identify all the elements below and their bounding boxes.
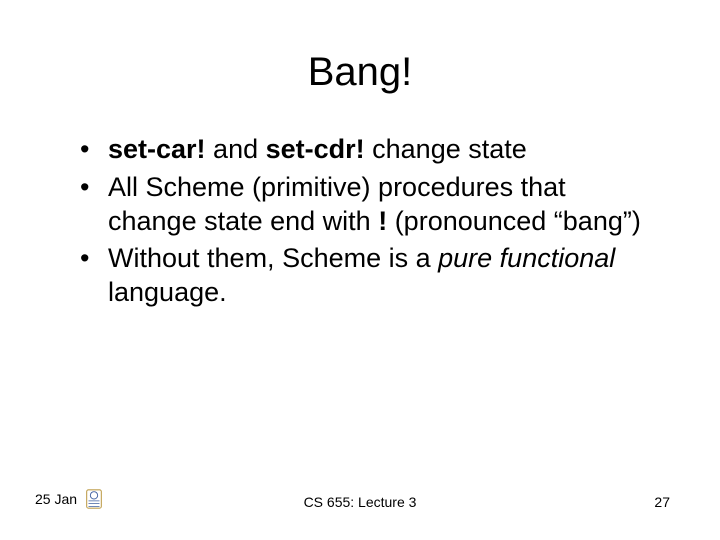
bold-text: ! — [378, 206, 387, 236]
footer-date: 25 Jan — [35, 491, 77, 507]
logo-icon — [83, 488, 105, 510]
list-item: All Scheme (primitive) procedures that c… — [80, 171, 660, 239]
footer-left: 25 Jan — [35, 488, 105, 510]
italic-text: pure functional — [438, 243, 615, 273]
text: and — [206, 134, 266, 164]
bullet-list: set-car! and set-cdr! change state All S… — [60, 133, 660, 310]
text: Without them, Scheme is a — [108, 243, 438, 273]
footer-course: CS 655: Lecture 3 — [304, 494, 417, 510]
list-item: Without them, Scheme is a pure functiona… — [80, 242, 660, 310]
footer-page-number: 27 — [654, 494, 670, 510]
text: change state — [365, 134, 527, 164]
text: language. — [108, 277, 227, 307]
list-item: set-car! and set-cdr! change state — [80, 133, 660, 167]
text: (pronounced “bang”) — [387, 206, 641, 236]
bold-text: set-cdr! — [266, 134, 365, 164]
bold-text: set-car! — [108, 134, 206, 164]
slide-title: Bang! — [60, 50, 660, 95]
